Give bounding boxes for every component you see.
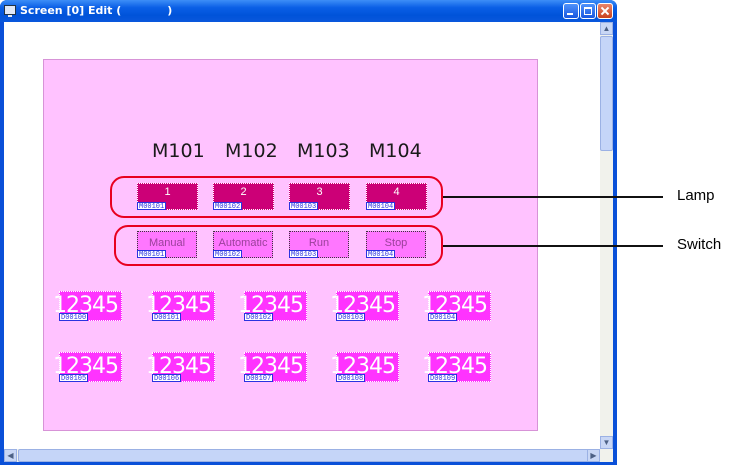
- numeric-display[interactable]: 12345 D00105: [53, 352, 122, 383]
- column-label: M104: [369, 140, 422, 162]
- switch-callout-label: Switch: [677, 236, 722, 253]
- lamp-callout-label: Lamp: [677, 187, 715, 204]
- monitor-icon: [4, 5, 16, 17]
- horizontal-scroll-thumb[interactable]: [18, 449, 598, 462]
- numeric-display[interactable]: 12345 D00104: [422, 291, 491, 322]
- lamp-highlight-oval: [110, 176, 443, 218]
- scroll-left-arrow-icon[interactable]: ◀: [4, 449, 17, 462]
- device-tag: D00108: [336, 374, 366, 383]
- device-tag: D00104: [428, 313, 458, 322]
- numeric-display[interactable]: 12345 D00107: [238, 352, 307, 383]
- numeric-display[interactable]: 12345 D00109: [422, 352, 491, 383]
- switch-callout-line: [443, 245, 663, 247]
- device-tag: D00100: [59, 313, 89, 322]
- lamp-callout-line: [443, 196, 663, 198]
- device-tag: D00102: [244, 313, 274, 322]
- numeric-display[interactable]: 12345 D00102: [238, 291, 307, 322]
- scroll-down-arrow-icon[interactable]: ▼: [600, 436, 613, 449]
- numeric-display[interactable]: 12345 D00101: [146, 291, 215, 322]
- maximize-button[interactable]: [580, 3, 596, 19]
- vertical-scrollbar[interactable]: ▲ ▼: [600, 22, 613, 449]
- numeric-display[interactable]: 12345 D00108: [330, 352, 399, 383]
- close-button[interactable]: [597, 3, 613, 19]
- title-bar[interactable]: Screen [0] Edit ( ): [0, 0, 617, 22]
- device-tag: D00109: [428, 374, 458, 383]
- window-title: Screen [0] Edit ( ): [20, 4, 173, 17]
- switch-highlight-oval: [114, 225, 443, 266]
- numeric-display[interactable]: 12345 D00100: [53, 291, 122, 322]
- horizontal-scrollbar[interactable]: ◀ ▶: [4, 449, 600, 462]
- device-tag: D00103: [336, 313, 366, 322]
- device-tag: D00101: [152, 313, 182, 322]
- numeric-display[interactable]: 12345 D00103: [330, 291, 399, 322]
- scroll-right-arrow-icon[interactable]: ▶: [587, 449, 600, 462]
- vertical-scroll-thumb[interactable]: [600, 36, 613, 151]
- column-label: M103: [297, 140, 350, 162]
- device-tag: D00106: [152, 374, 182, 383]
- device-tag: D00105: [59, 374, 89, 383]
- column-label: M102: [225, 140, 278, 162]
- resize-grip-icon[interactable]: [600, 449, 613, 462]
- scroll-up-arrow-icon[interactable]: ▲: [600, 22, 613, 35]
- device-tag: D00107: [244, 374, 274, 383]
- column-label: M101: [152, 140, 205, 162]
- numeric-display[interactable]: 12345 D00106: [146, 352, 215, 383]
- minimize-button[interactable]: [563, 3, 579, 19]
